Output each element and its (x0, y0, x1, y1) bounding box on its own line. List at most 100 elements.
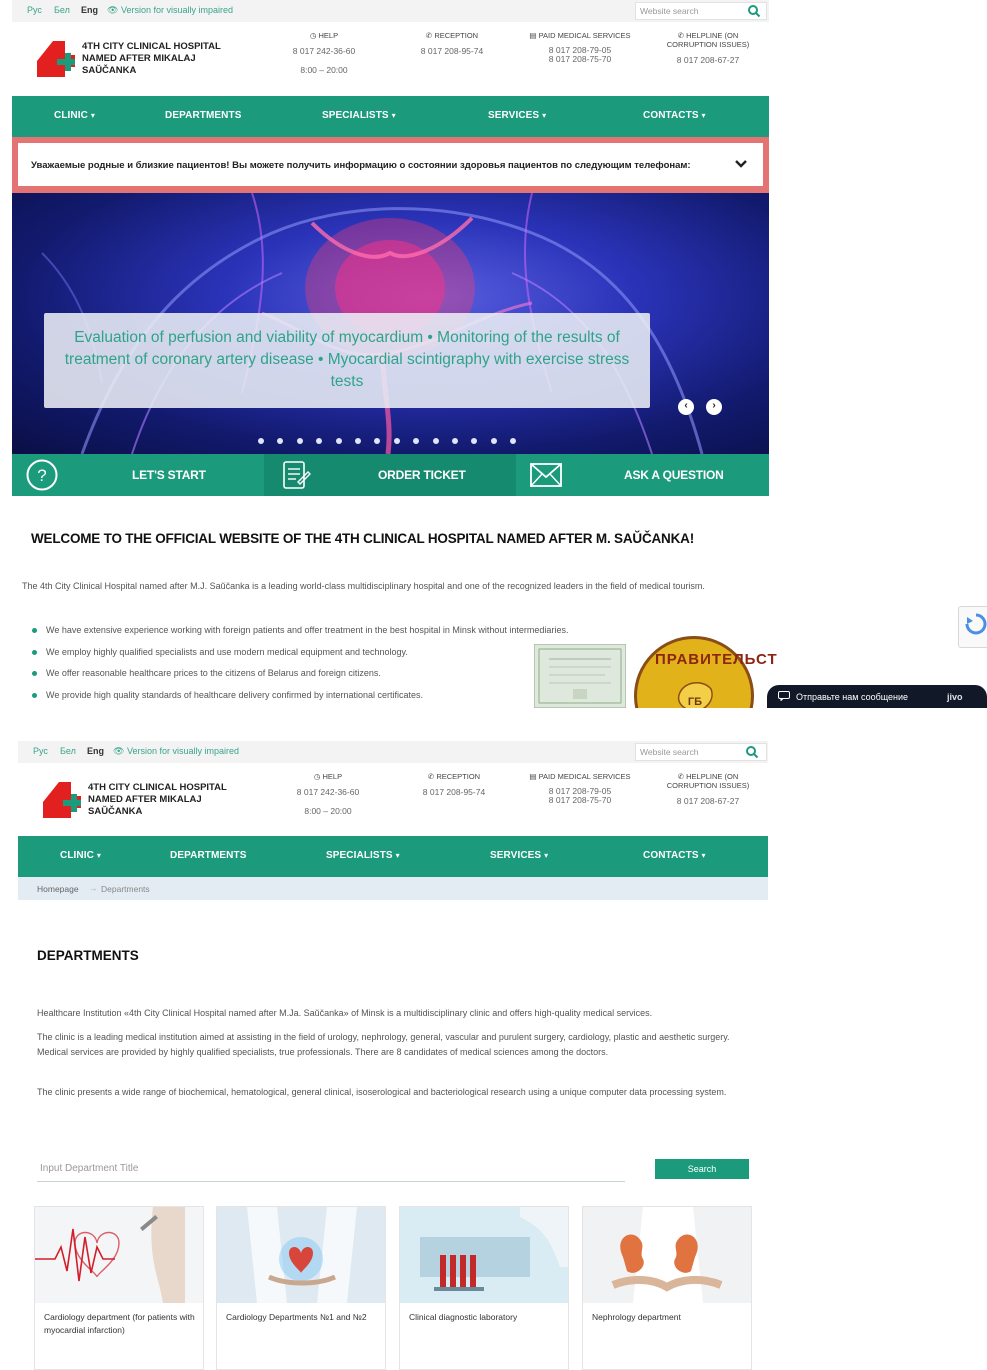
envelope-icon (530, 463, 562, 487)
paid-services-contact: ▤ PAID MEDICAL SERVICES 8 017 208-79-05 … (518, 31, 642, 64)
nav-departments[interactable]: DEPARTMENTS (165, 110, 241, 121)
lets-start-button[interactable]: ? LET'S START (12, 454, 264, 496)
slider-dot[interactable] (355, 438, 361, 444)
nav-clinic-label: CLINIC (54, 110, 88, 121)
lang-ru[interactable]: Рус (33, 746, 48, 756)
certificate-image[interactable] (534, 644, 626, 708)
alert-box[interactable]: Уважаемые родные и близкие пациентов! Вы… (18, 143, 763, 186)
live-chat-widget[interactable]: Отправьте нам сообщение jivo (767, 685, 987, 708)
visually-impaired-link[interactable]: 👁 Version for visually impaired (107, 5, 233, 16)
lang-en[interactable]: Eng (81, 5, 98, 15)
kidneys-image (583, 1207, 751, 1303)
hospital-name-line3: SAŬČANKA (88, 806, 143, 817)
slider-dot[interactable] (452, 438, 458, 444)
slider-dot[interactable] (393, 438, 400, 444)
department-card-clinical-lab[interactable]: Clinical diagnostic laboratory (399, 1206, 569, 1370)
slider-dot[interactable] (258, 438, 264, 444)
nav-contacts-label: CONTACTS (643, 850, 699, 861)
department-card-cardiology-mi[interactable]: Cardiology department (for patients with… (34, 1206, 204, 1370)
lang-ru[interactable]: Рус (27, 5, 42, 15)
nav-contacts-label: CONTACTS (643, 110, 699, 121)
government-award-seal[interactable]: ПРАВИТЕЛЬСТ ГБ (634, 636, 777, 708)
visually-impaired-link[interactable]: 👁 Version for visually impaired (113, 746, 239, 757)
list-item: We offer reasonable healthcare prices to… (30, 668, 568, 690)
chevron-left-icon: ‹ (684, 400, 688, 411)
nav-specialists[interactable]: SPECIALISTS ▾ (326, 850, 400, 861)
nav-clinic-label: CLINIC (60, 850, 94, 861)
department-card-image (583, 1207, 751, 1303)
nav-services[interactable]: SERVICES ▾ (488, 110, 546, 121)
chevron-right-icon: › (712, 400, 716, 411)
slide-caption: Evaluation of perfusion and viability of… (44, 313, 650, 408)
nav-clinic[interactable]: CLINIC ▾ (54, 110, 95, 121)
department-search-input[interactable]: Input Department Title (37, 1160, 625, 1182)
seal-center-text: ГБ (688, 696, 702, 708)
nav-services[interactable]: SERVICES ▾ (490, 850, 548, 861)
reception-phone[interactable]: 8 017 208-95-74 (409, 787, 499, 797)
hospital-name[interactable]: 4TH CITY CLINICAL HOSPITAL NAMED AFTER M… (88, 782, 238, 818)
help-phone[interactable]: 8 017 242-36-60 (283, 787, 373, 797)
clock-icon: ◷ (313, 772, 321, 781)
reception-contact: ✆ RECEPTION 8 017 208-95-74 (407, 31, 497, 56)
nav-specialists[interactable]: SPECIALISTS ▾ (322, 110, 396, 121)
hospital-logo-icon[interactable] (43, 780, 81, 818)
slider-dot[interactable] (490, 438, 497, 444)
helpline-phone[interactable]: 8 017 208-67-27 (660, 55, 756, 65)
chevron-down-icon[interactable] (735, 159, 747, 169)
department-card-image (35, 1207, 203, 1303)
search-icon[interactable] (742, 742, 762, 762)
departments-intro-3: The clinic presents a wide range of bioc… (37, 1087, 727, 1097)
lang-be[interactable]: Бел (54, 5, 70, 15)
slider-dot[interactable] (296, 438, 303, 444)
chevron-down-icon: ▾ (544, 851, 549, 860)
ticket-form-icon (283, 461, 311, 489)
reception-title: RECEPTION (436, 772, 481, 781)
department-card-cardiology-1-2[interactable]: Cardiology Departments №1 and №2 (216, 1206, 386, 1370)
department-card-title: Clinical diagnostic laboratory (409, 1312, 518, 1322)
department-card-image (400, 1207, 568, 1303)
nav-specialists-label: SPECIALISTS (326, 850, 393, 861)
paid-phone-2[interactable]: 8 017 208-75-70 (518, 55, 642, 64)
department-card-image (217, 1207, 385, 1303)
nav-contacts[interactable]: CONTACTS ▾ (643, 850, 706, 861)
list-item: We have extensive experience working wit… (30, 625, 568, 647)
nav-departments[interactable]: DEPARTMENTS (170, 850, 246, 861)
map-emblem-icon: ГБ (677, 682, 713, 708)
help-phone[interactable]: 8 017 242-36-60 (279, 46, 369, 56)
help-title: HELP (322, 772, 343, 781)
advantages-list: We have extensive experience working wit… (30, 625, 568, 708)
helpline-title-1: HELPLINE (ON (686, 772, 739, 781)
hospital-name-line2: NAMED AFTER MIKALAJ (82, 53, 196, 64)
lang-be[interactable]: Бел (60, 746, 76, 756)
order-ticket-button[interactable]: ORDER TICKET (264, 454, 516, 496)
breadcrumb-home-link[interactable]: Homepage (37, 884, 79, 894)
departments-page: Рус Бел Eng 👁 Version for visually impai… (18, 741, 768, 1370)
department-card-nephrology[interactable]: Nephrology department (582, 1206, 752, 1370)
department-search-button[interactable]: Search (655, 1159, 749, 1179)
slider-prev-button[interactable]: ‹ (678, 399, 694, 415)
hospital-name-line2: NAMED AFTER MIKALAJ (88, 794, 202, 805)
helpline-phone[interactable]: 8 017 208-67-27 (660, 796, 756, 806)
recaptcha-badge[interactable] (958, 606, 987, 648)
reception-phone[interactable]: 8 017 208-95-74 (407, 46, 497, 56)
nav-clinic[interactable]: CLINIC ▾ (60, 850, 101, 861)
phone-icon: ✆ (677, 31, 685, 40)
question-glyph: ? (37, 466, 46, 485)
departments-intro-2: The clinic is a leading medical institut… (37, 1032, 730, 1057)
slider-next-button[interactable]: › (706, 399, 722, 415)
chat-message-label: Отправьте нам сообщение (796, 692, 909, 702)
ask-question-button[interactable]: ASK A QUESTION (516, 454, 769, 496)
search-icon[interactable] (744, 1, 764, 21)
hospital-logo-icon[interactable] (37, 39, 75, 77)
slider-dot[interactable] (335, 438, 342, 444)
hero-slider[interactable]: Evaluation of perfusion and viability of… (12, 193, 769, 454)
lang-en[interactable]: Eng (87, 746, 104, 756)
nav-contacts[interactable]: CONTACTS ▾ (643, 110, 706, 121)
reception-title: RECEPTION (434, 31, 479, 40)
paid-phone-2[interactable]: 8 017 208-75-70 (518, 796, 642, 805)
hospital-name[interactable]: 4TH CITY CLINICAL HOSPITAL NAMED AFTER M… (82, 41, 232, 77)
help-contact: ◷ HELP 8 017 242-36-60 8:00 – 20:00 (279, 31, 369, 75)
slider-dot[interactable] (432, 438, 439, 444)
helpline-contact: ✆ HELPLINE (ON CORRUPTION ISSUES) 8 017 … (660, 31, 756, 65)
hospital-name-line3: SAŬČANKA (82, 65, 137, 76)
